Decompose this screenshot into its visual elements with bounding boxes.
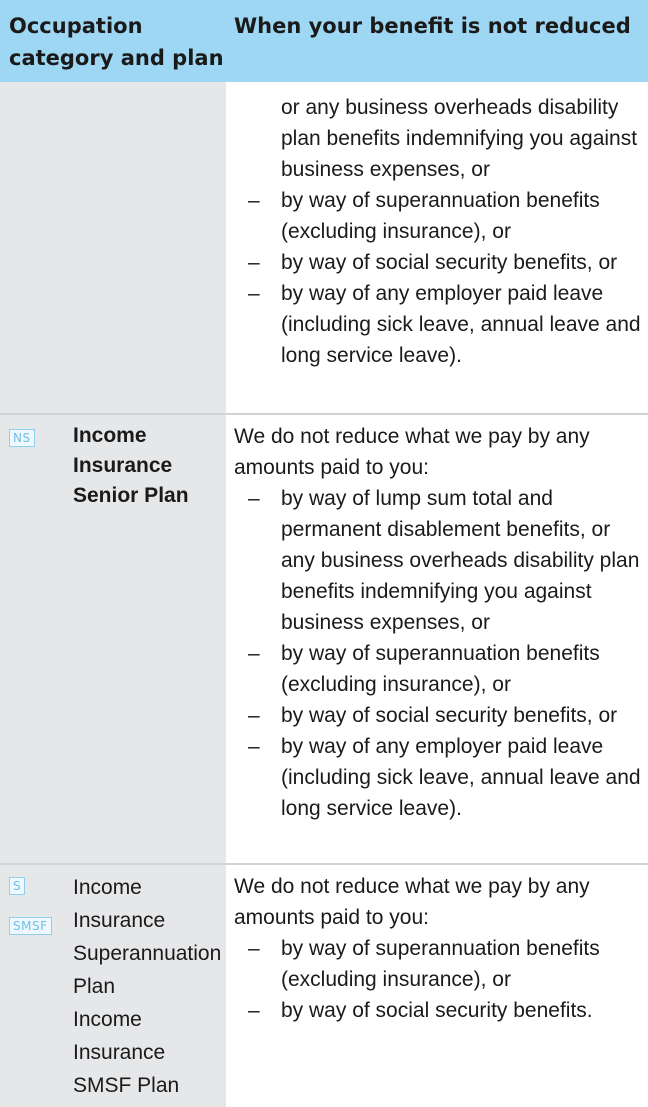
list-item: – by way of any employer paid leave (incl… xyxy=(234,278,644,371)
ns-badge-icon: NS xyxy=(9,429,35,447)
description-text: We do not reduce what we pay by any amou… xyxy=(234,871,644,1022)
dash-marker: – xyxy=(248,642,260,665)
list-item-text: by way of social security benefits, or xyxy=(281,251,618,274)
dash-marker: – xyxy=(248,251,260,274)
list-item-text: by way of any employer paid leave (inclu… xyxy=(281,282,641,367)
header-benefit-not-reduced: When your benefit is not reduced xyxy=(234,14,631,38)
dash-marker: – xyxy=(248,704,260,727)
table-row: NS Income Insurance Senior Plan We do no… xyxy=(0,415,648,865)
dash-marker: – xyxy=(248,937,260,960)
dash-marker: – xyxy=(248,735,260,758)
list-item-text: by way of social security benefits, or xyxy=(281,704,618,727)
smsf-badge-icon: SMSF xyxy=(9,917,52,935)
list-item: – by way of any employer paid leave (incl… xyxy=(234,731,644,824)
list-item: – by way of social security benefits, or xyxy=(234,247,644,278)
plan-cell xyxy=(0,82,226,415)
header-occupation-category: Occupation category and plan xyxy=(9,14,224,70)
continuation-text: or any business overheads disability pla… xyxy=(281,96,638,181)
dash-marker: – xyxy=(248,282,260,305)
list-item: – by way of superannuation benefits (excl… xyxy=(234,185,644,247)
list-item-text: by way of superannuation benefits (exclu… xyxy=(281,189,600,243)
list-item-text: by way of superannuation benefits (exclu… xyxy=(281,937,600,991)
list-item: – by way of social security benefits. xyxy=(234,995,644,1026)
list-item: – by way of social security benefits, or xyxy=(234,700,644,731)
table-row: S SMSF Income Insurance Superannuation P… xyxy=(0,865,648,1107)
list-item-text: by way of any employer paid leave (inclu… xyxy=(281,735,641,820)
list-item: – by way of superannuation benefits (excl… xyxy=(234,638,644,700)
plan-name-superannuation: Income Insurance Superannuation Plan xyxy=(73,876,222,998)
intro-text: We do not reduce what we pay by any amou… xyxy=(234,425,590,479)
table-header: Occupation category and plan When your b… xyxy=(0,0,648,82)
bullet-list: – by way of superannuation benefits (excl… xyxy=(234,185,644,371)
intro-text: We do not reduce what we pay by any amou… xyxy=(234,875,590,929)
list-item-text: by way of social security benefits. xyxy=(281,999,593,1022)
description-text: We do not reduce what we pay by any amou… xyxy=(234,421,644,820)
dash-marker: – xyxy=(248,999,260,1022)
list-item-text: by way of superannuation benefits (exclu… xyxy=(281,642,600,696)
list-item: – by way of superannuation benefits (excl… xyxy=(234,933,644,995)
dash-marker: – xyxy=(248,189,260,212)
bullet-list: – by way of superannuation benefits (excl… xyxy=(234,933,644,1026)
table-row: or any business overheads disability pla… xyxy=(0,82,648,415)
plan-name: Income Insurance Senior Plan xyxy=(73,424,189,507)
s-badge-icon: S xyxy=(9,877,26,895)
dash-marker: – xyxy=(248,487,260,510)
list-item-text: by way of lump sum total and permanent d… xyxy=(281,487,640,634)
list-item: – by way of lump sum total and permanent … xyxy=(234,483,644,638)
bullet-list: – by way of lump sum total and permanent … xyxy=(234,483,644,824)
plan-name-smsf: Income Insurance SMSF Plan xyxy=(73,1008,180,1097)
plan-name: Income Insurance Superannuation Plan Inc… xyxy=(73,871,223,1102)
